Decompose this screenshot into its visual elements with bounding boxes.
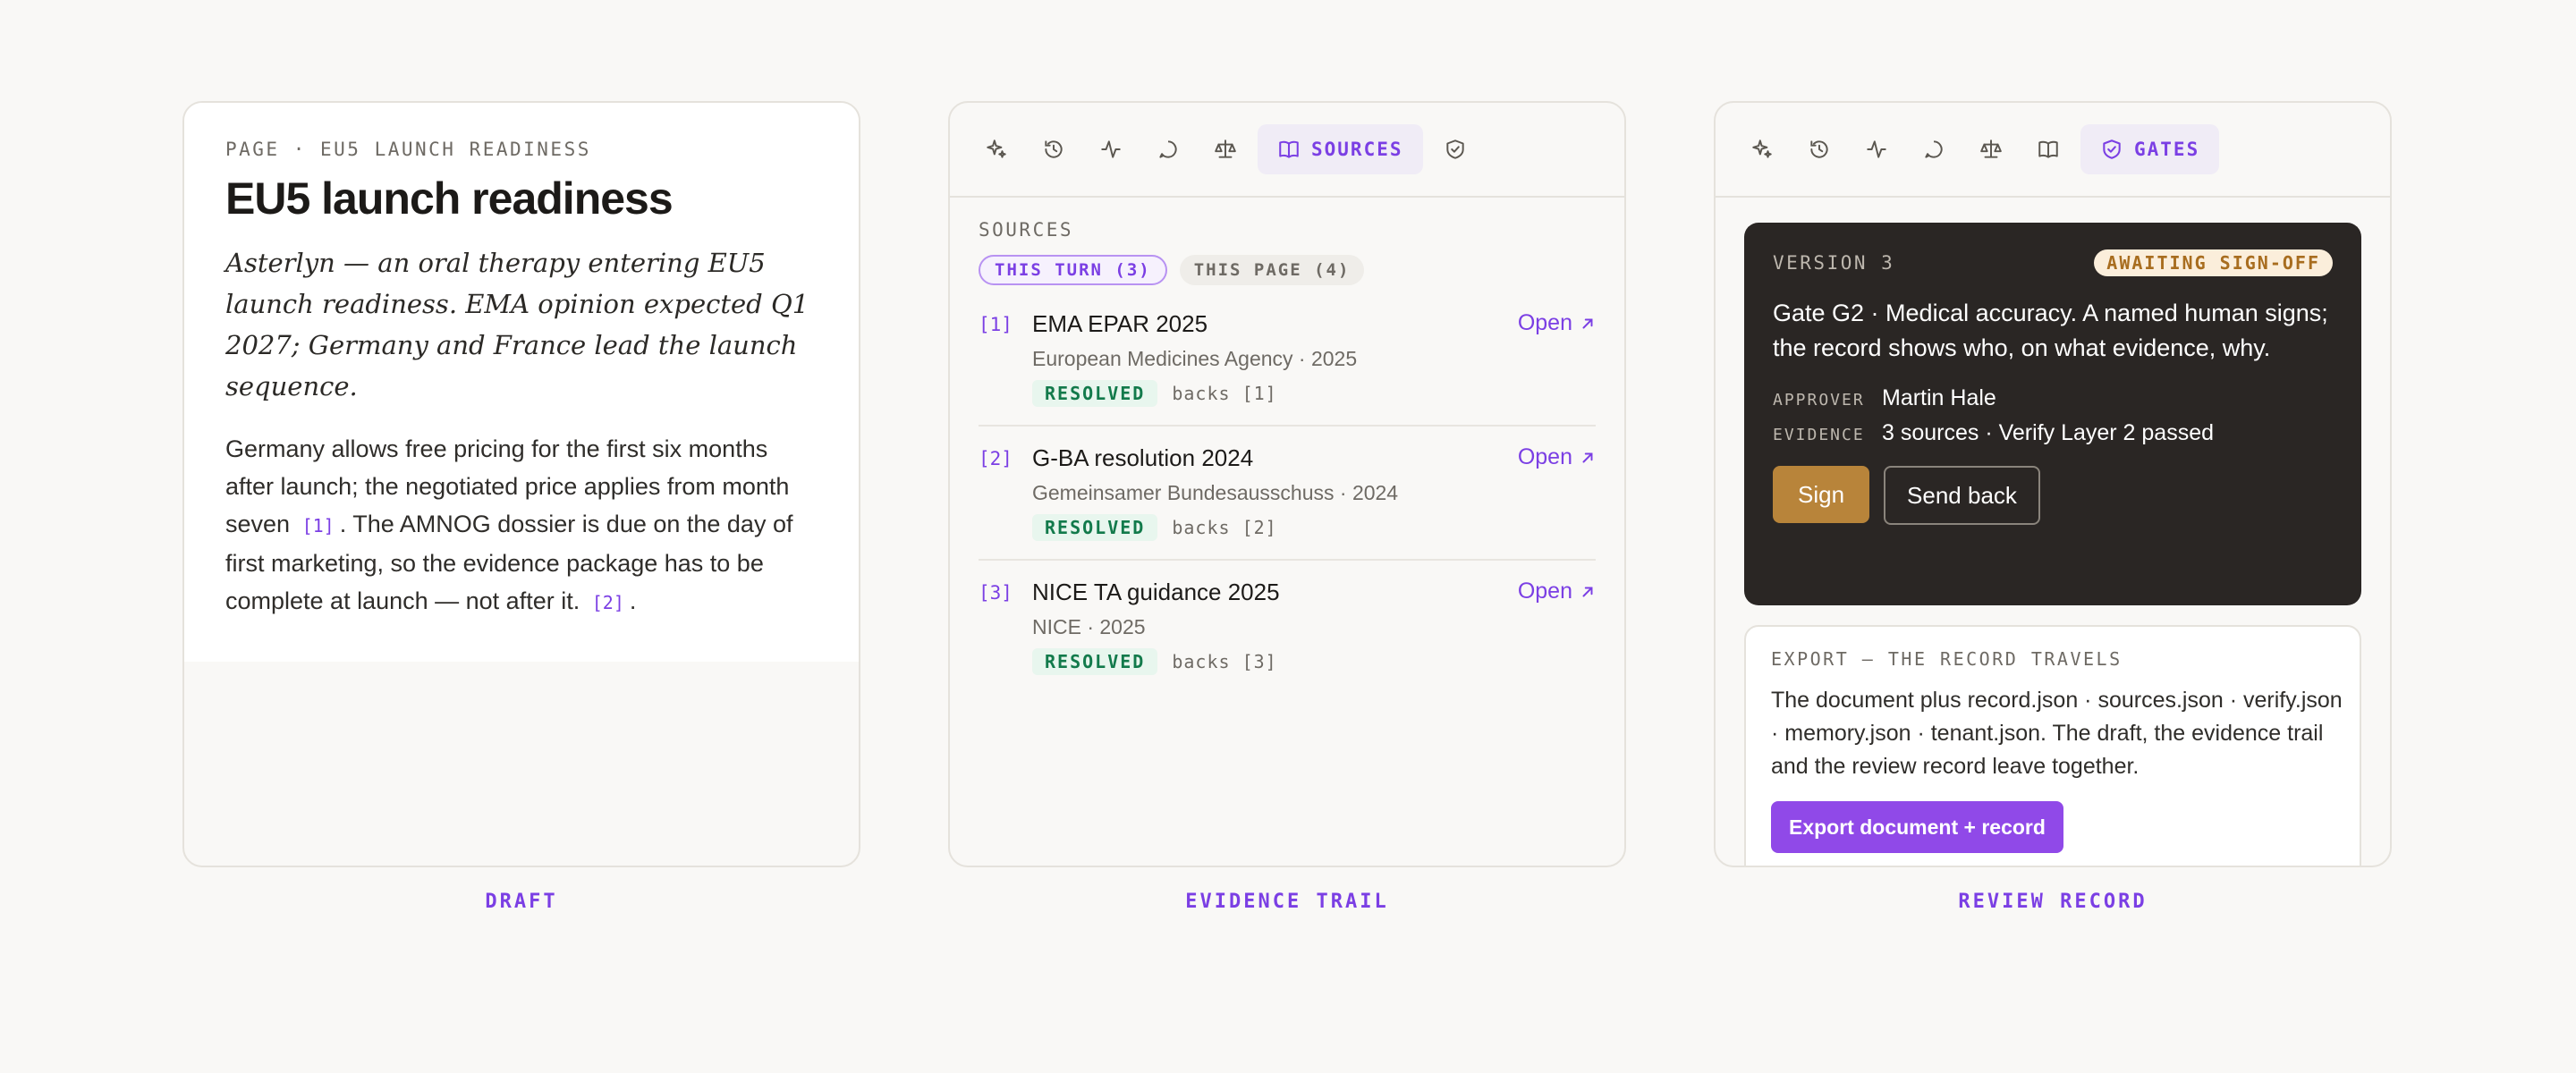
- draft-panel: PAGE · EU5 LAUNCH READINESS EU5 launch r…: [182, 101, 860, 867]
- page-title: EU5 launch readiness: [225, 173, 674, 224]
- sources-heading: SOURCES: [979, 219, 1074, 241]
- citation-link-1[interactable]: [1]: [302, 515, 335, 536]
- export-card: EXPORT — THE RECORD TRAVELS The document…: [1744, 625, 2361, 866]
- evidence-toolbar: SOURCES: [950, 103, 1624, 198]
- draft-paragraph: Germany allows free pricing for the firs…: [225, 430, 818, 621]
- chat-icon[interactable]: [1143, 124, 1193, 174]
- open-source-link[interactable]: Open: [1518, 444, 1596, 470]
- source-title: NICE TA guidance 2025: [1032, 579, 1280, 605]
- source-meta: Gemeinsamer Bundesausschuss · 2024: [1032, 481, 1399, 504]
- scales-icon[interactable]: [1966, 124, 2016, 174]
- status-badge: RESOLVED: [1032, 380, 1158, 407]
- chat-icon[interactable]: [1909, 124, 1959, 174]
- gate-version: VERSION 3: [1773, 252, 1895, 274]
- approver-label: APPROVER: [1773, 391, 1865, 410]
- source-backs: backs [2]: [1172, 517, 1277, 538]
- source-meta: NICE · 2025: [1032, 615, 1146, 638]
- open-link-label: Open: [1517, 444, 1572, 469]
- arrow-up-right-icon: [1582, 318, 1593, 328]
- sparkles-icon[interactable]: [1737, 124, 1787, 174]
- evidence-label: EVIDENCE: [1773, 426, 1865, 444]
- tab-gates[interactable]: GATES: [2080, 124, 2220, 174]
- gate-card: VERSION 3 AWAITING SIGN-OFF Gate G2 · Me…: [1744, 223, 2361, 605]
- export-description: The document plus record.json · sources.…: [1771, 688, 2343, 779]
- status-badge: RESOLVED: [1032, 514, 1158, 541]
- arrow-up-right-icon: [1582, 587, 1593, 596]
- shield-check-icon[interactable]: [1430, 124, 1480, 174]
- source-title: EMA EPAR 2025: [1032, 310, 1208, 337]
- filter-this-page[interactable]: THIS PAGE (4): [1179, 255, 1365, 285]
- evidence-panel: SOURCES SOURCES THIS TURN (3) THIS PAGE …: [948, 101, 1626, 867]
- sources-section: SOURCES THIS TURN (3) THIS PAGE (4) [1] …: [950, 198, 1624, 695]
- draft-lede: Asterlyn — an oral therapy entering EU5 …: [225, 248, 809, 401]
- source-item: [1] EMA EPAR 2025 European Medicines Age…: [979, 292, 1596, 427]
- review-panel: GATES VERSION 3 AWAITING SIGN-OFF Gate G…: [1714, 101, 2392, 867]
- evidence-value: 3 sources · Verify Layer 2 passed: [1882, 420, 2215, 445]
- source-number: [1]: [979, 314, 1013, 335]
- tab-gates-label: GATES: [2134, 139, 2200, 160]
- open-link-label: Open: [1517, 310, 1572, 335]
- open-source-link[interactable]: Open: [1518, 579, 1596, 604]
- review-caption: REVIEW RECORD: [1958, 891, 2148, 913]
- approver-value: Martin Hale: [1882, 385, 1996, 410]
- source-item: [3] NICE TA guidance 2025 NICE · 2025 RE…: [979, 561, 1596, 695]
- scales-icon[interactable]: [1200, 124, 1250, 174]
- gate-description: Gate G2 · Medical accuracy. A named huma…: [1773, 300, 2328, 361]
- source-item: [2] G-BA resolution 2024 Gemeinsamer Bun…: [979, 427, 1596, 561]
- book-icon[interactable]: [2023, 124, 2073, 174]
- sign-button[interactable]: Sign: [1773, 466, 1870, 523]
- export-button[interactable]: Export document + record: [1771, 801, 2063, 853]
- shield-check-icon: [2103, 139, 2121, 159]
- status-badge: RESOLVED: [1032, 648, 1158, 675]
- export-heading: EXPORT — THE RECORD TRAVELS: [1771, 648, 2123, 670]
- source-title: G-BA resolution 2024: [1032, 444, 1254, 471]
- history-icon[interactable]: [1794, 124, 1844, 174]
- gate-meta: APPROVER Martin Hale EVIDENCE 3 sources …: [1773, 385, 2333, 446]
- filter-this-turn[interactable]: THIS TURN (3): [979, 255, 1167, 285]
- citation-link-2[interactable]: [2]: [592, 592, 624, 613]
- source-number: [3]: [979, 582, 1013, 604]
- activity-icon[interactable]: [1852, 124, 1902, 174]
- activity-icon[interactable]: [1086, 124, 1136, 174]
- sources-filter: THIS TURN (3) THIS PAGE (4): [979, 255, 1596, 285]
- arrow-up-right-icon: [1582, 452, 1593, 462]
- page-eyebrow: PAGE · EU5 LAUNCH READINESS: [225, 139, 591, 160]
- draft-document: PAGE · EU5 LAUNCH READINESS EU5 launch r…: [184, 103, 859, 662]
- tab-sources[interactable]: SOURCES: [1258, 124, 1423, 174]
- source-number: [2]: [979, 448, 1013, 469]
- source-backs: backs [3]: [1172, 651, 1277, 672]
- draft-caption: DRAFT: [485, 891, 558, 913]
- source-meta: European Medicines Agency · 2025: [1032, 347, 1358, 370]
- source-backs: backs [1]: [1172, 383, 1277, 404]
- evidence-caption: EVIDENCE TRAIL: [1185, 891, 1389, 913]
- tab-sources-label: SOURCES: [1311, 139, 1403, 160]
- open-source-link[interactable]: Open: [1518, 310, 1596, 336]
- paragraph-text-end: .: [629, 587, 637, 614]
- open-link-label: Open: [1517, 579, 1572, 604]
- history-icon[interactable]: [1029, 124, 1079, 174]
- sources-list: [1] EMA EPAR 2025 European Medicines Age…: [979, 292, 1596, 695]
- review-toolbar: GATES: [1716, 103, 2390, 198]
- book-icon: [1279, 140, 1299, 158]
- send-back-button[interactable]: Send back: [1884, 466, 2040, 525]
- sparkles-icon[interactable]: [971, 124, 1021, 174]
- status-badge: AWAITING SIGN-OFF: [2094, 249, 2333, 276]
- gates-section: VERSION 3 AWAITING SIGN-OFF Gate G2 · Me…: [1716, 198, 2390, 866]
